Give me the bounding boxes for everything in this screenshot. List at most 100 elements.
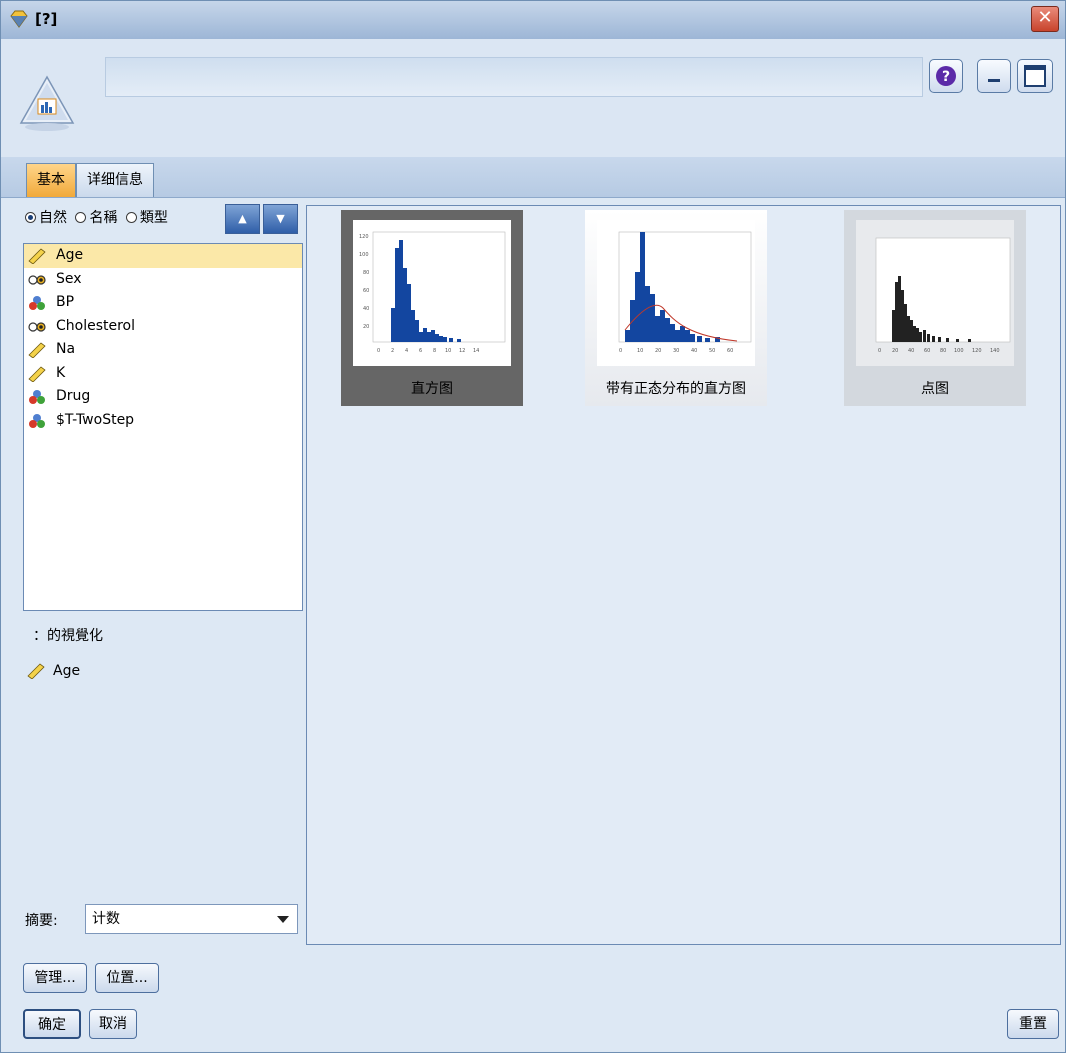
minimize-icon <box>988 79 1000 82</box>
maximize-button[interactable] <box>1017 59 1053 93</box>
svg-text:80: 80 <box>940 348 946 354</box>
histogram-normal-thumbnail: 0 10 20 30 40 50 60 <box>597 220 755 366</box>
svg-text:100: 100 <box>954 348 964 354</box>
field-item-drug[interactable]: Drug <box>24 385 302 409</box>
continuous-ruler-icon <box>28 342 46 358</box>
radio-name[interactable] <box>75 212 87 223</box>
svg-text:0: 0 <box>377 348 380 354</box>
tab-basic[interactable]: 基本 <box>26 163 76 197</box>
svg-text:20: 20 <box>655 348 661 354</box>
dialog-window: [?] ✕ ? 基本 详细信息 自然 名稱 類型 ▲ ▼ Age Sex BP … <box>0 0 1066 1053</box>
flag-icon <box>28 274 46 285</box>
svg-text:60: 60 <box>727 348 733 354</box>
sort-descending-button[interactable]: ▼ <box>263 204 298 234</box>
gallery-item-label: 直方图 <box>411 381 453 397</box>
chart-type-gallery: 0 2 4 6 8 10 12 14 120 100 80 60 40 20 直方图 <box>306 205 1061 945</box>
sort-name-label: 名稱 <box>89 210 118 226</box>
gallery-item-dot-plot[interactable]: 0 20 40 60 80 100 120 140 点图 <box>844 210 1026 406</box>
sort-natural-label: 自然 <box>39 210 67 226</box>
continuous-ruler-icon <box>28 248 46 264</box>
field-item-age[interactable]: Age <box>24 244 302 268</box>
sort-natural-option[interactable]: 自然 <box>25 210 67 226</box>
dot-plot-thumbnail-image: 0 20 40 60 80 100 120 140 <box>875 237 1011 354</box>
svg-text:100: 100 <box>359 252 369 258</box>
svg-text:30: 30 <box>673 348 679 354</box>
svg-text:50: 50 <box>709 348 715 354</box>
title-bar[interactable]: [?] ✕ <box>1 1 1065 40</box>
svg-text:60: 60 <box>363 288 369 294</box>
field-item-t-twostep[interactable]: $T-TwoStep <box>24 409 302 433</box>
svg-text:40: 40 <box>908 348 914 354</box>
graphboard-node-icon <box>19 75 75 131</box>
svg-text:14: 14 <box>473 348 479 354</box>
svg-text:0: 0 <box>619 348 622 354</box>
svg-text:?: ? <box>942 69 950 85</box>
field-label: BP <box>56 294 75 310</box>
field-item-na[interactable]: Na <box>24 338 302 362</box>
dot-plot-thumbnail: 0 20 40 60 80 100 120 140 <box>856 220 1014 366</box>
svg-text:10: 10 <box>637 348 643 354</box>
maximize-icon <box>1024 65 1046 87</box>
continuous-ruler-icon <box>28 365 46 382</box>
svg-text:10: 10 <box>445 348 451 354</box>
svg-text:60: 60 <box>924 348 930 354</box>
tab-details[interactable]: 详细信息 <box>76 163 154 197</box>
radio-type[interactable] <box>125 212 137 223</box>
nominal-set-icon <box>29 413 45 428</box>
help-button[interactable]: ? <box>929 59 963 93</box>
visualization-field-name: Age <box>53 663 81 679</box>
summary-label: 摘要: <box>25 913 58 929</box>
svg-text:140: 140 <box>990 348 1000 354</box>
svg-text:8: 8 <box>433 348 436 354</box>
minimize-button[interactable] <box>977 59 1011 93</box>
field-item-sex[interactable]: Sex <box>24 268 302 292</box>
nominal-set-icon <box>29 390 45 404</box>
field-item-cholesterol[interactable]: Cholesterol <box>24 315 302 339</box>
summary-select[interactable]: 计数 <box>85 904 298 934</box>
diamond-app-icon <box>10 10 28 28</box>
location-button[interactable]: 位置... <box>95 963 159 993</box>
cancel-button[interactable]: 取消 <box>89 1009 137 1039</box>
gallery-item-label: 带有正态分布的直方图 <box>606 381 746 397</box>
sort-type-option[interactable]: 類型 <box>125 210 168 226</box>
gallery-item-histogram-normal[interactable]: 0 10 20 30 40 50 60 带有正态分布的直方图 <box>585 210 767 406</box>
svg-text:0: 0 <box>878 348 881 354</box>
visualization-field: Age <box>25 660 80 682</box>
svg-text:20: 20 <box>363 324 369 330</box>
gallery-item-histogram[interactable]: 0 2 4 6 8 10 12 14 120 100 80 60 40 20 直方图 <box>341 210 523 406</box>
ok-button[interactable]: 确定 <box>23 1009 81 1039</box>
reset-button[interactable]: 重置 <box>1007 1009 1059 1039</box>
nominal-set-icon <box>29 296 45 310</box>
flag-icon <box>28 321 46 332</box>
svg-text:6: 6 <box>419 348 422 354</box>
sort-name-option[interactable]: 名稱 <box>75 210 117 226</box>
field-label: Drug <box>56 388 91 404</box>
field-list[interactable]: Age Sex BP Cholesterol Na K Drug $T-TwoS… <box>23 243 303 611</box>
field-label: Na <box>56 341 76 357</box>
radio-natural[interactable] <box>25 212 36 223</box>
tab-bar: 基本 详细信息 <box>1 157 1065 198</box>
field-item-k[interactable]: K <box>24 362 302 386</box>
svg-text:120: 120 <box>972 348 982 354</box>
histogram-thumbnail: 0 2 4 6 8 10 12 14 120 100 80 60 40 20 <box>353 220 511 366</box>
svg-text:2: 2 <box>391 348 394 354</box>
svg-text:120: 120 <box>359 234 369 240</box>
svg-text:40: 40 <box>363 306 369 312</box>
field-label: Age <box>56 247 84 263</box>
histogram-thumbnail-image: 0 2 4 6 8 10 12 14 120 100 80 60 40 20 <box>359 231 506 354</box>
chevron-down-icon <box>277 916 289 923</box>
close-button[interactable]: ✕ <box>1031 6 1059 32</box>
sort-ascending-button[interactable]: ▲ <box>225 204 260 234</box>
sort-type-label: 類型 <box>139 210 168 226</box>
svg-text:12: 12 <box>459 348 465 354</box>
gallery-item-label: 点图 <box>921 381 949 397</box>
field-item-bp[interactable]: BP <box>24 291 302 315</box>
svg-text:40: 40 <box>691 348 697 354</box>
manage-button[interactable]: 管理... <box>23 963 87 993</box>
continuous-ruler-icon <box>27 663 45 679</box>
help-icon: ? <box>936 66 956 86</box>
field-label: Sex <box>56 270 82 287</box>
svg-text:80: 80 <box>363 270 369 276</box>
node-header: ? <box>1 39 1065 157</box>
field-label: $T-TwoStep <box>56 411 135 428</box>
